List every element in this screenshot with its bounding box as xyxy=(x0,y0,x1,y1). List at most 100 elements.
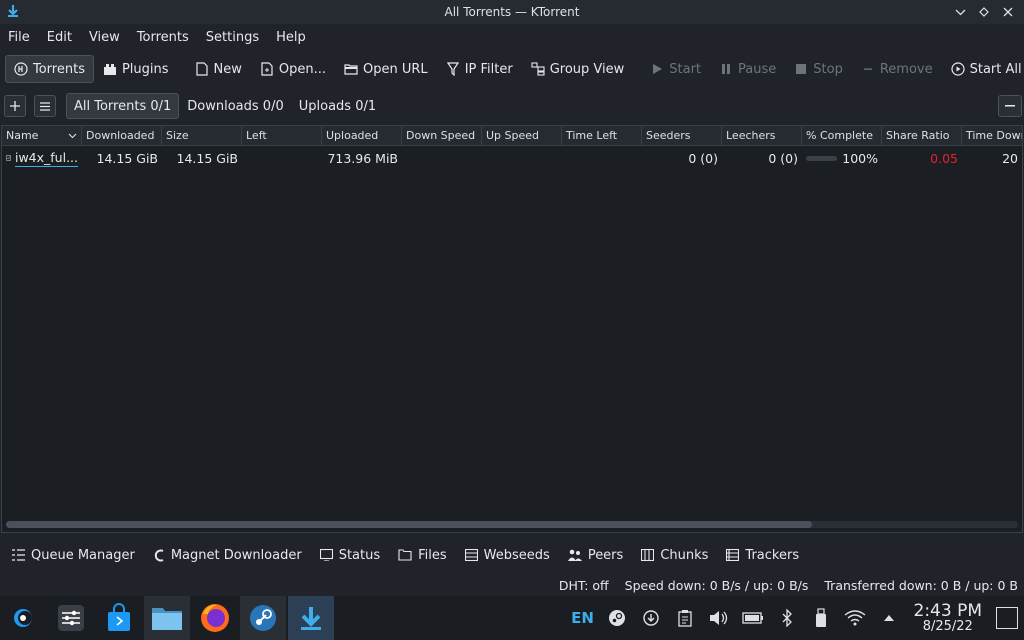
col-complete[interactable]: % Complete xyxy=(802,126,882,145)
col-share-ratio[interactable]: Share Ratio xyxy=(882,126,962,145)
keyboard-layout-indicator[interactable]: EN xyxy=(566,609,600,627)
table-row[interactable]: iw4x_ful... 14.15 GiB 14.15 GiB 713.96 M… xyxy=(2,146,1022,170)
peers-icon xyxy=(567,549,582,561)
clipboard-icon[interactable] xyxy=(668,609,702,627)
menu-bar: File Edit View Torrents Settings Help xyxy=(0,26,1024,48)
ktorrent-icon[interactable] xyxy=(288,596,334,640)
tab-files[interactable]: Files xyxy=(398,548,447,563)
title-bar: All Torrents — KTorrent xyxy=(0,0,1024,24)
pause-icon xyxy=(719,62,733,76)
col-left[interactable]: Left xyxy=(242,126,322,145)
plugins-label: Plugins xyxy=(121,61,169,77)
tab-all-torrents[interactable]: All Torrents 0/1 xyxy=(66,93,180,119)
chunks-icon xyxy=(641,549,655,561)
close-view-button[interactable] xyxy=(998,95,1022,117)
col-seeders[interactable]: Seeders xyxy=(642,126,722,145)
discover-store-icon[interactable] xyxy=(96,596,142,640)
tab-chunks[interactable]: Chunks xyxy=(641,548,708,563)
col-up-speed[interactable]: Up Speed xyxy=(482,126,562,145)
torrents-view-button[interactable]: Torrents xyxy=(5,55,94,83)
plugins-button[interactable]: Plugins xyxy=(94,55,178,83)
system-settings-icon[interactable] xyxy=(48,596,94,640)
col-name[interactable]: Name xyxy=(2,126,82,145)
firefox-icon[interactable] xyxy=(192,596,238,640)
ktorrent-app-icon xyxy=(8,5,18,17)
scrollbar-thumb[interactable] xyxy=(6,521,812,528)
remove-button[interactable]: Remove xyxy=(852,55,942,83)
maximize-button[interactable] xyxy=(976,3,992,21)
col-uploaded[interactable]: Uploaded xyxy=(322,126,402,145)
start-all-label: Start All xyxy=(969,61,1022,77)
sort-chevron-icon xyxy=(68,133,77,138)
col-leechers[interactable]: Leechers xyxy=(722,126,802,145)
close-button[interactable] xyxy=(1000,3,1016,21)
col-down-speed[interactable]: Down Speed xyxy=(402,126,482,145)
tab-magnet-downloader[interactable]: Magnet Downloader xyxy=(153,548,302,563)
col-downloaded[interactable]: Downloaded xyxy=(82,126,162,145)
cell-complete: 100% xyxy=(802,151,882,166)
bluetooth-icon[interactable] xyxy=(770,609,804,627)
menu-view[interactable]: View xyxy=(83,30,126,45)
tray-expand-arrow-icon[interactable] xyxy=(872,614,906,622)
pause-button[interactable]: Pause xyxy=(710,55,785,83)
completion-percent: 100% xyxy=(842,150,878,166)
wifi-icon[interactable] xyxy=(838,610,872,626)
group-view-button[interactable]: Group View xyxy=(522,55,634,83)
removable-device-icon[interactable] xyxy=(804,608,838,628)
menu-help[interactable]: Help xyxy=(270,30,312,45)
steam-tray-icon[interactable] xyxy=(600,609,634,627)
tab-trackers[interactable]: Trackers xyxy=(726,548,799,563)
open-document-icon xyxy=(260,62,274,76)
tab-webseeds[interactable]: Webseeds xyxy=(464,548,550,563)
status-icon xyxy=(319,549,333,561)
menu-file[interactable]: File xyxy=(2,30,36,45)
start-button[interactable]: Start xyxy=(641,55,710,83)
window-title: All Torrents — KTorrent xyxy=(444,5,580,19)
plugin-icon xyxy=(103,62,117,76)
tab-peers[interactable]: Peers xyxy=(567,548,623,563)
minus-icon xyxy=(861,62,875,76)
application-launcher-icon[interactable] xyxy=(0,596,46,640)
bottom-tool-tabs: Queue Manager Magnet Downloader Status F… xyxy=(0,543,1024,567)
dolphin-files-icon[interactable] xyxy=(144,596,190,640)
col-time-left[interactable]: Time Left xyxy=(562,126,642,145)
tab-uploads[interactable]: Uploads 0/1 xyxy=(292,93,383,119)
tab-queue-manager[interactable]: Queue Manager xyxy=(12,548,135,563)
view-menu-button[interactable] xyxy=(34,95,56,117)
volume-icon[interactable] xyxy=(702,610,736,626)
start-label: Start xyxy=(669,61,702,77)
add-view-button[interactable] xyxy=(4,95,26,117)
group-view-icon xyxy=(531,62,545,76)
show-desktop-button[interactable] xyxy=(996,607,1018,629)
start-all-button[interactable]: Start All xyxy=(942,55,1024,83)
status-bar: DHT: off Speed down: 0 B/s / up: 0 B/s T… xyxy=(0,575,1024,595)
battery-icon[interactable] xyxy=(736,612,770,624)
folder-url-icon xyxy=(344,62,358,76)
open-label: Open... xyxy=(278,61,327,77)
menu-torrents[interactable]: Torrents xyxy=(131,30,195,45)
updates-icon[interactable] xyxy=(634,609,668,627)
new-torrent-button[interactable]: New xyxy=(186,55,251,83)
col-time-downloaded[interactable]: Time Downlo xyxy=(962,126,1022,145)
completion-progress-bar xyxy=(806,155,838,161)
col-size[interactable]: Size xyxy=(162,126,242,145)
queue-list-icon xyxy=(12,549,25,561)
webseeds-icon xyxy=(464,549,478,561)
cell-size: 14.15 GiB xyxy=(176,150,239,166)
open-url-button[interactable]: Open URL xyxy=(335,55,437,83)
stop-button[interactable]: Stop xyxy=(785,55,852,83)
horizontal-scrollbar[interactable] xyxy=(6,521,1018,528)
cell-seeders: 0 (0) xyxy=(688,150,718,166)
minimize-button[interactable] xyxy=(952,3,968,21)
steam-icon[interactable] xyxy=(240,596,286,640)
digital-clock[interactable]: 2:43 PM 8/25/22 xyxy=(914,601,983,635)
cell-name[interactable]: iw4x_ful... xyxy=(2,150,82,167)
tab-downloads[interactable]: Downloads 0/0 xyxy=(180,93,290,119)
open-button[interactable]: Open... xyxy=(251,55,335,83)
hamburger-menu-icon xyxy=(40,101,50,111)
menu-edit[interactable]: Edit xyxy=(41,30,78,45)
ip-filter-button[interactable]: IP Filter xyxy=(437,55,522,83)
menu-settings[interactable]: Settings xyxy=(200,30,265,45)
tab-status[interactable]: Status xyxy=(319,548,380,563)
dht-status: DHT: off xyxy=(558,577,609,593)
